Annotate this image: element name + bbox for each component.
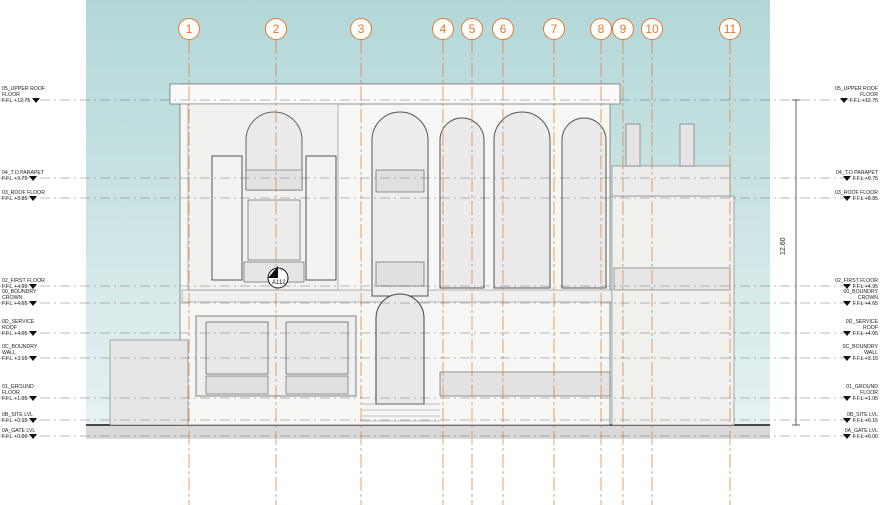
level-label-right: 00_BOUNDRY CROWN F.F.L +4.65 — [842, 289, 878, 307]
level-label-left: 0A_GATE LVL F.F.L +0.00 — [2, 428, 38, 440]
level-marker-icon — [32, 98, 41, 104]
grid-bubble-1[interactable]: 1 — [178, 18, 200, 40]
section-marker[interactable] — [262, 262, 294, 294]
tall-window-panel — [305, 155, 337, 281]
grid-bubble-6[interactable]: 6 — [492, 18, 514, 40]
level-label-left: 04_T.O PARAPET F.F.L +9.75 — [2, 170, 44, 182]
level-label-right: 05_UPPER ROOF FLOOR F.F.L +12.75 — [835, 86, 878, 104]
grid-bubble-4[interactable]: 4 — [432, 18, 454, 40]
level-label-left: 0B_SITE LVL F.F.L +0.15 — [2, 412, 38, 424]
level-marker-icon — [29, 356, 38, 362]
grid-bubble-5[interactable]: 5 — [461, 18, 483, 40]
grid-bubble-10[interactable]: 10 — [641, 18, 663, 40]
level-label-right: 03_ROOF FLOOR F.F.L +8.85 — [835, 190, 878, 202]
level-label-left: 00_BOUNDRY CROWN F.F.L +4.65 — [2, 289, 38, 307]
level-label-left: 05_UPPER ROOF FLOOR F.F.L +12.75 — [2, 86, 45, 104]
elevation-drawing: 1 2 3 4 5 6 7 8 9 10 11 05_UPPER ROOF FLOOR F.F.L +… — [0, 0, 880, 505]
level-label-right: 04_T.O PARAPET F.F.L +9.75 — [836, 170, 878, 182]
level-label-right: 0A_GATE LVL F.F.L +0.00 — [842, 428, 878, 440]
level-marker-icon — [29, 301, 38, 307]
grid-bubble-2[interactable]: 2 — [265, 18, 287, 40]
upper-cornice — [169, 83, 621, 105]
level-label-left: 01_GROUND FLOOR F.F.L +1.05 — [2, 384, 38, 402]
level-marker-icon — [842, 356, 851, 362]
level-marker-icon — [29, 396, 38, 402]
level-marker-icon — [29, 331, 38, 337]
level-label-right: 01_GROUND FLOOR F.F.L +1.05 — [842, 384, 878, 402]
level-marker-icon — [842, 434, 851, 440]
service-wing — [611, 195, 735, 426]
main-entrance-door — [375, 293, 425, 405]
level-marker-icon — [842, 396, 851, 402]
building-elevation — [0, 40, 880, 505]
level-label-left: 0D_SERVICE ROOF F.F.L +4.05 — [2, 319, 38, 337]
overall-height-dimension: 12.60 — [780, 237, 787, 255]
level-marker-icon — [29, 418, 38, 424]
level-marker-icon — [842, 331, 851, 337]
balcony-rail — [245, 169, 303, 191]
level-marker-icon — [842, 176, 851, 182]
level-marker-icon — [29, 434, 38, 440]
level-marker-icon — [842, 418, 851, 424]
section-tag: A112 — [272, 280, 286, 286]
boundary-wall — [109, 339, 189, 426]
level-label-right: 0D_SERVICE ROOF F.F.L +4.05 — [842, 319, 878, 337]
level-marker-icon — [842, 301, 851, 307]
level-marker-icon — [842, 196, 851, 202]
level-label-right: 0C_BOUNDRY WALL F.F.L +3.15 — [842, 344, 878, 362]
grid-bubble-3[interactable]: 3 — [350, 18, 372, 40]
ground-band — [86, 425, 770, 439]
grid-bubble-9[interactable]: 9 — [612, 18, 634, 40]
level-label-left: 0C_BOUNDRY WALL F.F.L +3.15 — [2, 344, 38, 362]
grid-bubble-7[interactable]: 7 — [543, 18, 565, 40]
grid-bubble-8[interactable]: 8 — [590, 18, 612, 40]
level-marker-icon — [839, 98, 848, 104]
grid-bubble-11[interactable]: 11 — [719, 18, 741, 40]
level-label-left: 03_ROOF FLOOR F.F.L +8.85 — [2, 190, 45, 202]
level-label-right: 0B_SITE LVL F.F.L +0.15 — [842, 412, 878, 424]
level-marker-icon — [29, 176, 38, 182]
tall-window-panel — [211, 155, 243, 281]
level-marker-icon — [29, 196, 38, 202]
